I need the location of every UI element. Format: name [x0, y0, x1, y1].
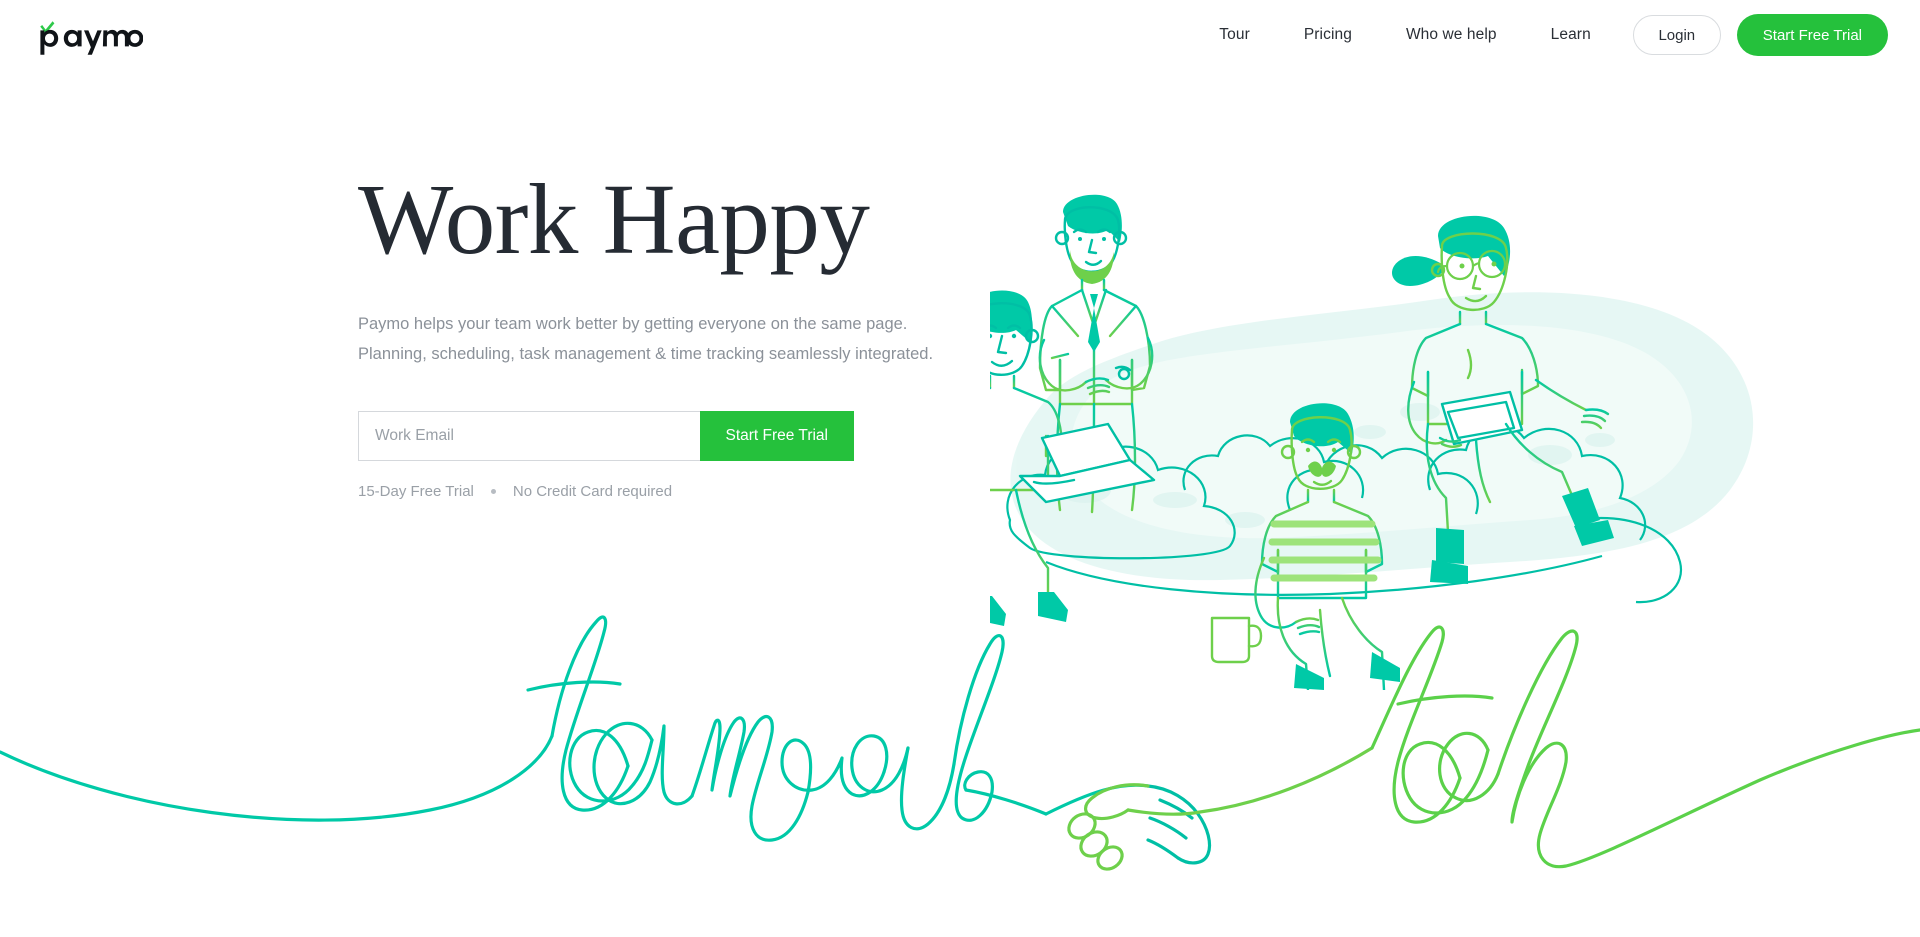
site-header: Tour Pricing Who we help Learn Login Sta… [0, 0, 1920, 78]
nav-link-pricing[interactable]: Pricing [1284, 16, 1372, 54]
nav-link-tour[interactable]: Tour [1199, 16, 1270, 54]
page-title: Work Happy [358, 163, 870, 275]
start-free-trial-submit-button[interactable]: Start Free Trial [699, 411, 854, 462]
landing-page: Tour Pricing Who we help Learn Login Sta… [0, 0, 1920, 937]
hero-section: Work Happy Paymo helps your team work be… [358, 163, 1118, 500]
hero-subtitle-line-1: Paymo helps your team work better by get… [358, 315, 908, 334]
login-button[interactable]: Login [1632, 15, 1721, 55]
trial-fineprint: 15-Day Free Trial No Credit Card require… [358, 483, 1118, 500]
main-navigation: Tour Pricing Who we help Learn Login Sta… [1199, 14, 1888, 56]
hero-subtitle-line-2: Planning, scheduling, task management & … [358, 345, 934, 364]
nav-link-who-we-help[interactable]: Who we help [1386, 16, 1517, 54]
paymo-logo-icon [40, 21, 144, 55]
hero-subtitle: Paymo helps your team work better by get… [358, 309, 1118, 369]
start-free-trial-header-button[interactable]: Start Free Trial [1736, 14, 1888, 56]
work-email-input[interactable] [358, 411, 700, 462]
handshake-icon [1044, 746, 1374, 871]
fineprint-trial-length: 15-Day Free Trial [358, 483, 474, 501]
bullet-separator-icon [490, 489, 496, 495]
nav-link-learn[interactable]: Learn [1531, 16, 1611, 54]
signup-form: Start Free Trial [358, 411, 854, 462]
fineprint-no-credit-card: No Credit Card required [512, 483, 673, 501]
teamwork-script [0, 615, 1048, 842]
paymo-logo[interactable] [38, 20, 144, 56]
